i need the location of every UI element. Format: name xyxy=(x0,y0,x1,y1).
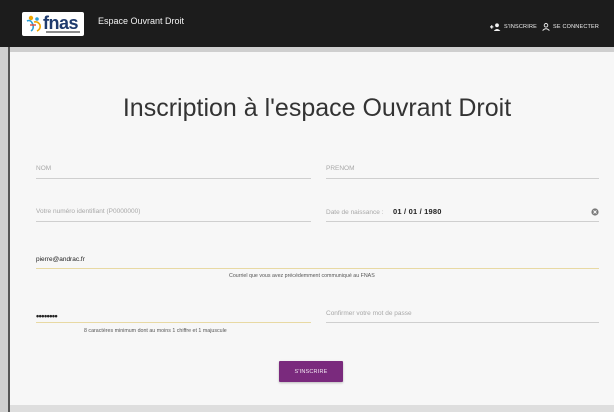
email-underline xyxy=(36,268,599,269)
nom-underline xyxy=(36,178,311,179)
logo-figure-icon xyxy=(26,15,41,32)
confirm-password-field[interactable]: Confirmer votre mot de passe xyxy=(326,310,412,318)
password-hint: 8 caractères minimum dont au moins 1 chi… xyxy=(84,328,227,334)
login-link-label: SE CONNECTER xyxy=(553,24,600,30)
login-link[interactable]: SE CONNECTER xyxy=(542,23,599,31)
nom-field[interactable]: NOM xyxy=(36,165,51,173)
confirm-password-underline xyxy=(326,322,599,323)
birthdate-label: Date de naissance : xyxy=(326,209,384,216)
user-icon xyxy=(542,23,550,31)
signup-link[interactable]: S'INSCRIRE xyxy=(490,23,537,31)
password-underline xyxy=(36,322,311,323)
top-navbar: fnas Espace Ouvrant Droit S'INSCRIRE SE … xyxy=(0,0,614,47)
signup-submit-button[interactable]: S'INSCRIRE xyxy=(279,361,343,382)
password-field[interactable]: •••••••• xyxy=(36,312,58,321)
signup-link-label: S'INSCRIRE xyxy=(504,24,537,30)
add-user-icon xyxy=(490,23,501,31)
fnas-logo[interactable]: fnas xyxy=(22,12,84,36)
clear-date-icon[interactable] xyxy=(591,208,599,216)
prenom-field[interactable]: PRENOM xyxy=(326,165,355,173)
panel-bottom-edge xyxy=(10,405,614,412)
logo-tagline xyxy=(46,31,80,33)
identifiant-underline xyxy=(36,221,311,222)
birthdate-input[interactable]: 01 / 01 / 1980 xyxy=(393,208,442,216)
birthdate-underline xyxy=(326,221,599,222)
app-title: Espace Ouvrant Droit xyxy=(98,16,185,26)
prenom-underline xyxy=(326,178,599,179)
email-hint: Courriel que vous avez précédemment comm… xyxy=(229,273,375,279)
page-title: Inscription à l'espace Ouvrant Droit xyxy=(122,94,512,122)
identifiant-field[interactable]: Votre numéro identifiant (P0000000) xyxy=(36,208,140,216)
email-field[interactable]: pierre@andrac.fr xyxy=(36,256,85,264)
